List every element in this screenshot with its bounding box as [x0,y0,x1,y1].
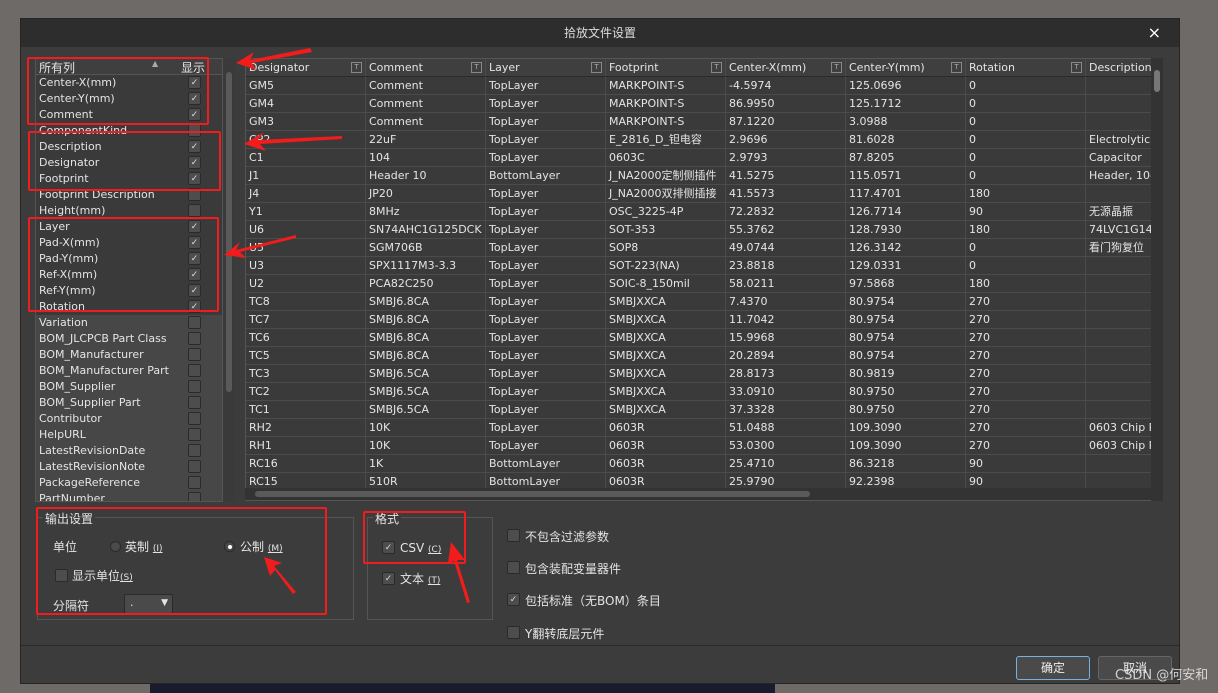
arrow-icon [244,132,342,151]
arrow-icon [264,557,296,594]
annotation-arrows [224,48,470,603]
arrow-icon [236,48,312,70]
arrow-icon [224,235,296,258]
arrow-icon [448,542,470,603]
watermark: CSDN @何安和 [1115,668,1209,683]
